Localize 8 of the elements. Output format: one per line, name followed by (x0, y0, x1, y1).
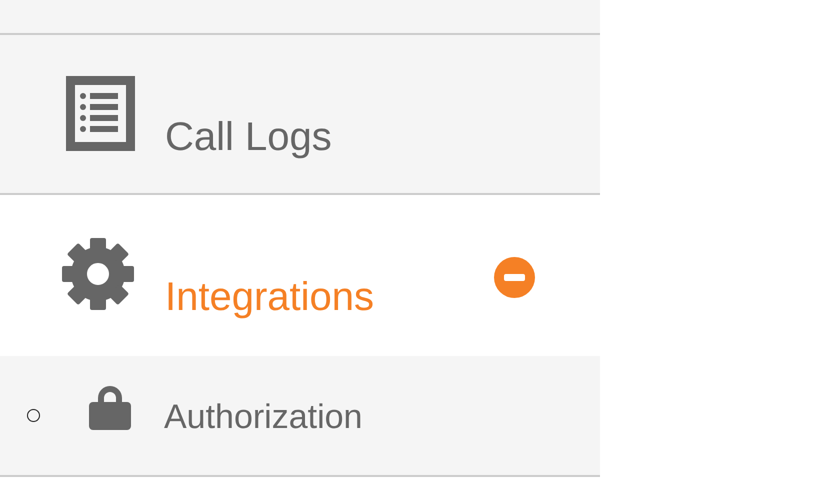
settings-icon (62, 238, 134, 310)
submenu-item[interactable]: Authorization (164, 397, 362, 437)
menu-label: Call Logs (165, 114, 332, 161)
collapse-icon[interactable] (494, 257, 535, 298)
lock-icon (89, 386, 131, 430)
list-icon (66, 76, 135, 151)
bullet-icon (27, 409, 40, 422)
menu-label: Integrations (165, 274, 374, 321)
